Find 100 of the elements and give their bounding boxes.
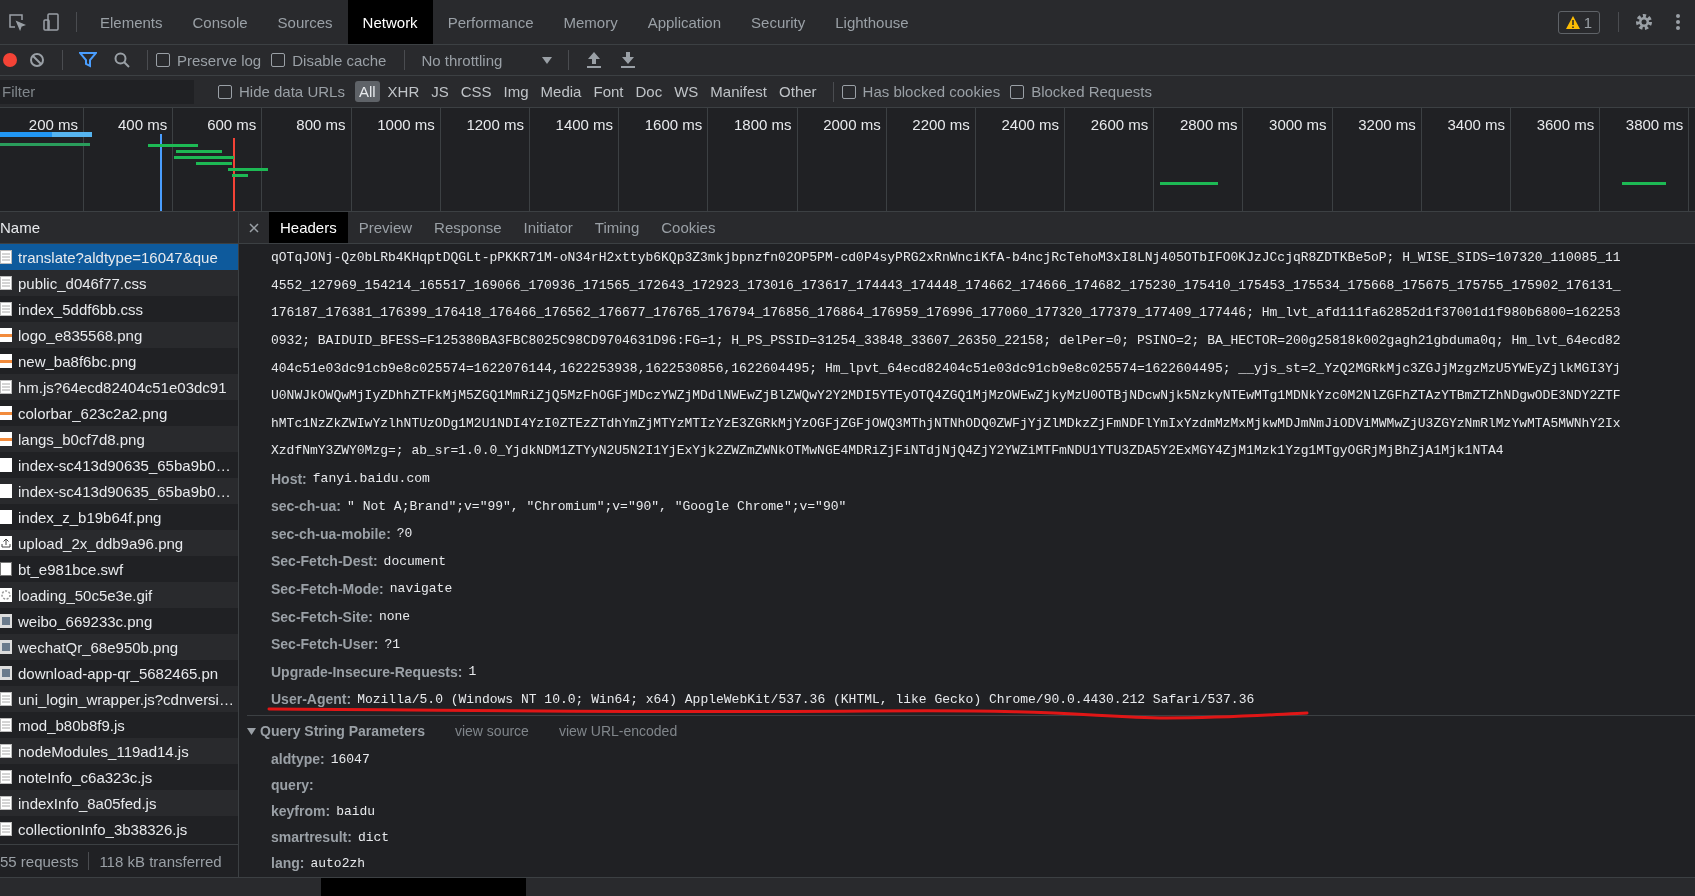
time-tick: 2000 ms: [797, 108, 887, 211]
time-tick: 1000 ms: [351, 108, 441, 211]
file-icon: [0, 822, 12, 836]
throttling-select[interactable]: No throttling: [413, 51, 561, 69]
time-tick: 1800 ms: [708, 108, 798, 211]
warning-icon: [1565, 15, 1580, 29]
panel-tab[interactable]: Console: [177, 0, 263, 44]
header-name: Sec-Fetch-User:: [271, 636, 379, 653]
type-filter[interactable]: Font: [589, 81, 628, 102]
panel-tab[interactable]: Memory: [548, 0, 633, 44]
request-row[interactable]: index-sc413d90635_65ba9b0…: [0, 478, 238, 504]
panel-tab[interactable]: Performance: [432, 0, 549, 44]
detail-tab[interactable]: Response: [423, 212, 513, 243]
request-row[interactable]: loading_50c5e3e.gif: [0, 582, 238, 608]
header-value: ?0: [396, 526, 413, 542]
panel-tab[interactable]: Network: [347, 0, 433, 44]
detail-tab[interactable]: Preview: [347, 212, 424, 243]
header-name: Sec-Fetch-Mode:: [271, 580, 384, 597]
file-icon: [0, 562, 12, 576]
header-value: " Not A;Brand";v="99", "Chromium";v="90", "Google Chrome";v="90": [347, 498, 847, 514]
checkbox[interactable]: Has blocked cookies: [841, 83, 1001, 100]
image-icon: [0, 432, 12, 446]
panel-tab[interactable]: Sources: [262, 0, 348, 44]
cookie-text: XzdfNmY3ZWY0Mzg=; ab_sr=1.0.0_YjdkNDM1ZTYyN2U5N2I1YjExYjk2ZWZmZWNkOTMwNGE4MDRiZjFiNTdjNjQ4ZjY2YWZiMTFmNDU1YTU3ZDA5Y2ExMGY4ZjM1Mzk1Yzg1MTgyOGRjMjBhZjA1Mjk1NTA4: [271, 442, 1505, 461]
image-icon: [0, 510, 12, 524]
type-filter[interactable]: Doc: [631, 81, 667, 102]
request-row[interactable]: logo_e835568.png: [0, 322, 238, 348]
section-toggle[interactable]: Query String Parameters: [247, 723, 425, 740]
checkbox[interactable]: Disable cache: [271, 51, 387, 69]
record-icon[interactable]: [3, 53, 17, 67]
type-filter[interactable]: Other: [775, 81, 821, 102]
cookie-text: U0NWJkOWQwMjIyZDhhZTFkMjM5ZGQ1MmRiZjQ5MzFhOGFjMDczYWZjMDdlNWEwZjBlZWQwY2Y2MDI5YTEyOTQ4ZGQ1MjMzOWEwZjkyMzU0OTBjNDcwNjk5NzkyNTEwMTg1MDNkYzc0M2NlZGFhZTAzYTBmZTZhNDgwODE3NDY2ZTF: [271, 387, 1622, 406]
header-value: fanyi.baidu.com: [312, 471, 430, 487]
detail-tab[interactable]: Timing: [583, 212, 651, 243]
header-name: User-Agent:: [271, 691, 352, 708]
file-icon: [0, 796, 12, 810]
checkbox[interactable]: Blocked Requests: [1010, 83, 1153, 100]
type-filter[interactable]: Media: [536, 81, 586, 102]
image-icon: [0, 640, 12, 654]
param-name: aldtype:: [271, 751, 325, 768]
column-header[interactable]: Name: [0, 212, 238, 244]
type-filter[interactable]: XHR: [383, 81, 424, 102]
param-value: baidu: [336, 803, 376, 819]
request-row[interactable]: indexInfo_8a05fed.js: [0, 790, 238, 816]
request-row[interactable]: upload_2x_ddb9a96.png: [0, 530, 238, 556]
request-row[interactable]: nodeModules_119ad14.js: [0, 738, 238, 764]
cookie-text: 0932; BAIDUID_BFESS=F125380BA3FBC8025C98CD9704631D96:FG=1; H_PS_PSSID=31254_33848_33607_26350_22158; delPer=0; PSINO=2; BA_HECTOR=200g25818k002gagh21gbduma0q; Hm_lvt_64ecd82: [271, 332, 1622, 351]
request-row[interactable]: hm.js?64ecd82404c51e03dc91: [0, 374, 238, 400]
cookie-text: 404c51e03dc91cb9e8c025574=1622076144,1622253938,1622530856,1622604495; Hm_lpvt_64ecd82404c51e03dc91cb9e8c025574=1622604495; __yjs_st=2_YzQ2MGRkMjc3ZGJjMzgzMzU5YWEyZjlkMGI3Yj: [271, 359, 1622, 378]
time-tick: 3400 ms: [1421, 108, 1511, 211]
request-row[interactable]: langs_b0cf7d8.png: [0, 426, 238, 452]
file-icon: [0, 718, 12, 732]
time-tick: 3600 ms: [1511, 108, 1601, 211]
request-row[interactable]: translate?aldtype=16047&que: [0, 244, 238, 270]
header-value: ?1: [384, 636, 400, 652]
upload-icon: [0, 536, 12, 550]
detail-tab[interactable]: Headers: [269, 212, 348, 243]
view-link[interactable]: view URL-encoded: [558, 723, 678, 740]
detail-tab[interactable]: Initiator: [512, 212, 584, 243]
image-icon: [0, 354, 12, 368]
type-filter[interactable]: Manifest: [706, 81, 772, 102]
checkbox[interactable]: Hide data URLs: [218, 83, 345, 100]
type-filter[interactable]: All: [354, 81, 380, 102]
header-name: Sec-Fetch-Dest:: [271, 553, 378, 570]
type-filter[interactable]: Img: [499, 81, 533, 102]
header-value: 1: [468, 664, 477, 680]
panel-tab[interactable]: Application: [632, 0, 737, 44]
type-filter[interactable]: CSS: [456, 81, 496, 102]
time-tick: 2600 ms: [1065, 108, 1155, 211]
panel-tab[interactable]: Elements: [85, 0, 178, 44]
detail-tab[interactable]: Cookies: [650, 212, 727, 243]
type-filter[interactable]: WS: [670, 81, 703, 102]
cookie-text: 176187_176381_176399_176418_176466_176562_176677_176765_176794_176856_176864_176959_176996_177060_177320_177379_177409_177446; Hm_lvt_afd111fa62852d1f37001d1f980b6800=162253: [271, 304, 1622, 323]
panel-tab[interactable]: Lighthouse: [820, 0, 924, 44]
filter-input[interactable]: Filter: [0, 79, 194, 104]
checkbox[interactable]: Preserve log: [156, 51, 262, 69]
image-icon: [0, 406, 12, 420]
request-row[interactable]: wechatQr_68e950b.png: [0, 634, 238, 660]
param-name: query:: [271, 777, 314, 794]
time-tick: 2200 ms: [886, 108, 976, 211]
panel-tab[interactable]: Security: [736, 0, 821, 44]
type-filter[interactable]: JS: [427, 81, 453, 102]
request-row[interactable]: uni_login_wrapper.js?cdnversi…: [0, 686, 238, 712]
time-tick: 1600 ms: [619, 108, 709, 211]
file-icon: [0, 380, 12, 394]
request-row[interactable]: public_d046f77.css: [0, 270, 238, 296]
warning-badge[interactable]: 1: [1557, 10, 1600, 34]
header-name: sec-ch-ua:: [271, 498, 342, 515]
file-icon: [0, 302, 12, 316]
time-tick: 3200 ms: [1332, 108, 1422, 211]
caret-icon: [247, 727, 256, 735]
caret-icon: [542, 56, 553, 64]
image-icon: [0, 458, 12, 472]
cookie-text: qOTqJONj-Qz0bLRb4KHqptDQGLt-pPKKR71M-oN34rH2xttyb6KQp3Z3mkjbpnzfn02OP5PM-cd0P4syPRG2xRnWnciKfA-b4ncjRcTehoM3xI8LNj405OTbIFO0KJzJCcjqR8ZDTKBe5oP; H_WISE_SIDS=107320_110085_11: [271, 249, 1622, 268]
image-icon: [0, 328, 12, 342]
view-link[interactable]: view source: [454, 723, 529, 740]
request-count: 55 requests: [0, 852, 79, 870]
param-value: dict: [357, 829, 390, 845]
time-tick: 2400 ms: [975, 108, 1066, 211]
image-icon: [0, 484, 12, 498]
